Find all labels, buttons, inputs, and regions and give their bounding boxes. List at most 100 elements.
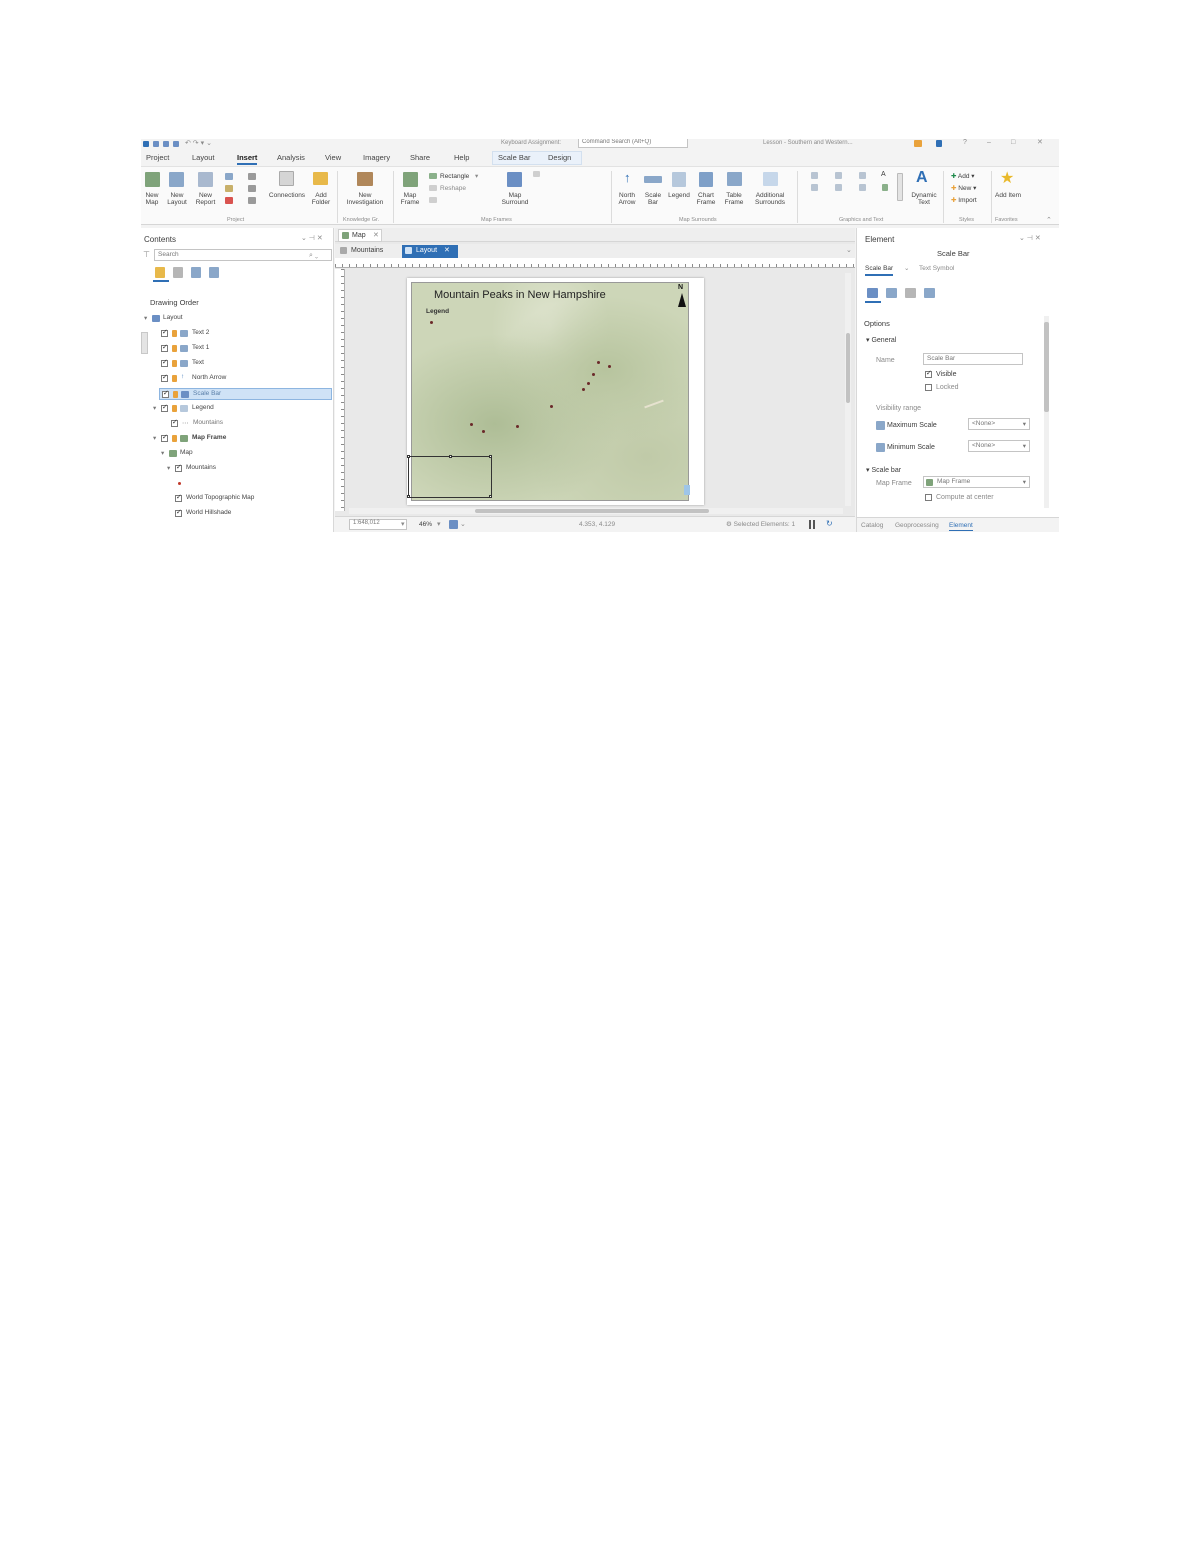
min-scale-dropdown[interactable]: <None> ▾ [968,440,1030,452]
toolbox-add-icon[interactable] [248,185,256,192]
list-by-source-icon[interactable] [173,267,183,278]
open-project-icon[interactable] [163,141,169,147]
help-icon[interactable]: ? [963,139,967,147]
visibility-checkbox[interactable] [161,373,168,382]
rectangle-dropdown-icon[interactable]: ▾ [475,172,478,181]
selection-handle[interactable] [407,495,410,498]
visibility-checkbox[interactable] [161,343,168,352]
legend-button[interactable]: Legend [666,192,692,199]
refresh-icon[interactable]: ↻ [826,519,833,528]
pause-icon[interactable] [809,520,811,529]
tab-geoprocessing-pane[interactable]: Geoprocessing [895,521,939,530]
tree-item-world-hillshade[interactable]: World Hillshade [175,508,325,519]
selection-handle[interactable] [449,455,452,458]
list-by-drawing-order-icon[interactable] [155,267,165,278]
tab-mountains[interactable]: Mountains [338,245,396,258]
visibility-checkbox[interactable] [161,358,168,367]
tree-item-text[interactable]: Text [161,358,321,369]
save-icon[interactable] [173,141,179,147]
lock-icon[interactable] [172,435,177,442]
layout-page[interactable]: Mountain Peaks in New Hampshire Legend N [407,278,704,505]
minimize-icon[interactable]: – [987,139,991,147]
tab-design[interactable]: Design [548,153,571,162]
zoom-dropdown-arrow-icon[interactable]: ▾ [437,520,441,529]
tree-item-north-arrow[interactable]: ↑ North Arrow [161,373,321,384]
lock-icon[interactable] [173,391,178,398]
view-mode-arrow-icon[interactable]: ⌄ [460,520,466,529]
catalog-side-tab[interactable] [141,332,148,354]
new-layout-button[interactable]: New Layout [165,192,189,206]
style-icon[interactable] [225,185,233,192]
close-tab-icon[interactable]: ✕ [444,246,450,255]
horizontal-scroll-thumb[interactable] [475,509,709,513]
style-import-button[interactable]: ✚ Import [951,196,977,205]
horizontal-scrollbar[interactable] [349,508,843,514]
toolbox-icon[interactable] [225,173,233,180]
scale-bar-section-toggle[interactable]: ▾ Scale bar [866,466,901,475]
visible-checkbox[interactable] [925,369,932,378]
filter-icon[interactable]: ⊤ [143,250,150,259]
gallery-scroll-icon[interactable] [897,173,903,201]
properties-icon[interactable] [886,288,897,298]
lock-icon[interactable] [172,360,177,367]
tree-item-map[interactable]: ▾ Map [161,449,321,459]
tree-item-layout[interactable]: ▾ Layout [144,314,183,324]
graphic-gallery-icon[interactable] [835,184,842,191]
view-mode-icon[interactable] [449,520,458,529]
reference-icon[interactable] [533,171,540,177]
zoom-dropdown[interactable]: 46% [419,520,432,529]
tab-imagery[interactable]: Imagery [363,153,390,162]
placement-icon[interactable] [905,288,916,298]
tab-project[interactable]: Project [146,153,169,162]
tab-overflow-icon[interactable]: ⌄ [846,246,852,255]
notification-icon[interactable] [914,140,922,147]
tab-analysis[interactable]: Analysis [277,153,305,162]
pause-icon[interactable] [813,520,815,529]
tab-help[interactable]: Help [454,153,469,162]
lock-icon[interactable] [172,345,177,352]
list-by-selection-icon[interactable] [191,267,201,278]
map-title-text[interactable]: Mountain Peaks in New Hampshire [434,289,606,301]
collapse-ribbon-icon[interactable]: ⌃ [1046,216,1052,225]
chart-frame-button[interactable]: Chart Frame [694,192,718,206]
task-icon[interactable] [225,197,233,204]
selected-elements-readout[interactable]: ⚙ Selected Elements: 1 [726,520,795,529]
tree-item-text-2[interactable]: Text 2 [161,328,321,339]
user-icon[interactable] [936,140,942,147]
tab-map-view[interactable]: Map ✕ [338,229,382,242]
visibility-checkbox[interactable] [161,328,168,337]
visibility-checkbox[interactable] [161,433,168,442]
scale-bar-selection-box[interactable] [407,455,492,498]
visibility-checkbox[interactable] [161,403,168,412]
undo-icon[interactable]: ↶ ↷ ▾ ⌄ [185,139,212,148]
options-icon[interactable] [867,288,878,298]
tree-item-map-frame[interactable]: ▾ Map Frame [153,433,323,444]
dynamic-text-button[interactable]: Dynamic Text [909,192,939,206]
selection-handle[interactable] [407,455,410,458]
maximize-icon[interactable]: □ [1011,139,1015,147]
tab-text-symbol[interactable]: Text Symbol [919,264,954,273]
map-frame-dropdown[interactable]: Map Frame ▾ [923,476,1030,488]
table-frame-button[interactable]: Table Frame [721,192,747,206]
north-arrow-button[interactable]: North Arrow [615,192,639,206]
search-icon[interactable]: ⌕ ⌄ [309,251,318,260]
tree-item-text-1[interactable]: Text 1 [161,343,321,354]
text-gallery-icon[interactable]: A [881,170,886,179]
graphic-gallery-icon[interactable] [859,184,866,191]
new-map-button[interactable]: New Map [141,192,163,206]
visibility-checkbox[interactable] [175,463,182,472]
compute-at-center-checkbox[interactable] [925,494,932,501]
tab-view[interactable]: View [325,153,341,162]
list-by-editing-icon[interactable] [209,267,219,278]
graphic-gallery-icon[interactable] [859,172,866,179]
selection-handle[interactable] [489,455,492,458]
tree-item-legend[interactable]: ▾ Legend [153,403,323,414]
tab-share[interactable]: Share [410,153,430,162]
tab-layout[interactable]: Layout [192,153,215,162]
grid-icon[interactable] [429,197,437,203]
selection-handle[interactable] [489,495,492,498]
map-surround-button[interactable]: Map Surround [501,192,529,206]
general-section-toggle[interactable]: ▾ General [866,336,896,345]
visibility-checkbox[interactable] [171,418,178,427]
new-investigation-button[interactable]: New Investigation [341,192,389,206]
